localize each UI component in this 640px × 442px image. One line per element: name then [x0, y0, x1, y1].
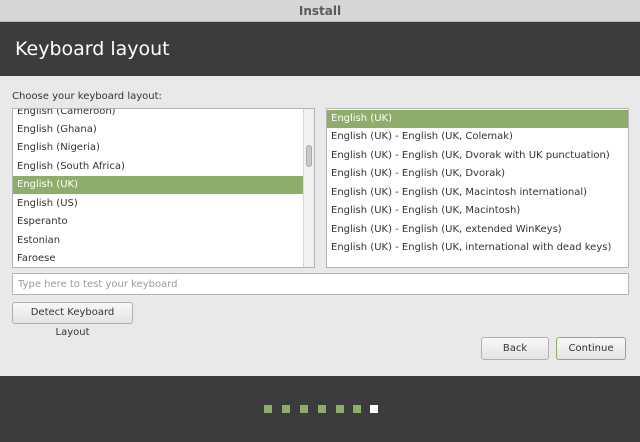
variant-list[interactable]: English (UK) English (UK) - English (UK,…	[326, 108, 629, 268]
list-item-selected[interactable]: English (UK)	[13, 176, 303, 194]
list-item[interactable]: Faroese	[13, 250, 303, 267]
progress-step	[353, 405, 361, 413]
progress-step-current	[370, 405, 378, 413]
list-item[interactable]: English (South Africa)	[13, 158, 303, 176]
list-item[interactable]: Estonian	[13, 232, 303, 250]
detect-keyboard-layout-button[interactable]: Detect Keyboard Layout	[12, 302, 133, 338]
continue-button[interactable]: Continue	[556, 337, 626, 360]
list-item[interactable]: English (Ghana)	[13, 121, 303, 139]
window-titlebar: Install	[0, 0, 640, 22]
layout-list[interactable]: English (Cameroon) English (Ghana) Engli…	[12, 108, 315, 268]
list-item[interactable]: English (UK) - English (UK, Colemak)	[327, 128, 628, 146]
list-item[interactable]: English (UK) - English (UK, Dvorak with …	[327, 147, 628, 165]
progress-step	[300, 405, 308, 413]
progress-step	[282, 405, 290, 413]
list-item[interactable]: English (US)	[13, 195, 303, 213]
list-item[interactable]: English (UK) - English (UK, Macintosh in…	[327, 184, 628, 202]
progress-step	[318, 405, 326, 413]
layout-prompt: Choose your keyboard layout:	[12, 91, 162, 102]
progress-step	[336, 405, 344, 413]
content-area: Choose your keyboard layout: English (Ca…	[0, 76, 640, 376]
list-item[interactable]: English (Cameroon)	[13, 109, 303, 121]
list-item[interactable]: Esperanto	[13, 213, 303, 231]
list-item[interactable]: English (UK) - English (UK, Macintosh)	[327, 202, 628, 220]
progress-step	[264, 405, 272, 413]
page-header: Keyboard layout	[0, 22, 640, 76]
list-item[interactable]: English (UK) - English (UK, Dvorak)	[327, 165, 628, 183]
window-title: Install	[298, 4, 342, 18]
list-item-selected[interactable]: English (UK)	[327, 110, 628, 128]
progress-indicator	[0, 405, 640, 413]
back-button[interactable]: Back	[481, 337, 549, 360]
list-item[interactable]: English (UK) - English (UK, internationa…	[327, 239, 628, 257]
layout-list-scrollbar[interactable]	[303, 109, 314, 267]
scrollbar-thumb[interactable]	[306, 145, 312, 167]
list-item[interactable]: English (UK) - English (UK, extended Win…	[327, 221, 628, 239]
list-item[interactable]: English (Nigeria)	[13, 139, 303, 157]
keyboard-test-input[interactable]	[12, 273, 629, 295]
page-title: Keyboard layout	[15, 38, 170, 60]
